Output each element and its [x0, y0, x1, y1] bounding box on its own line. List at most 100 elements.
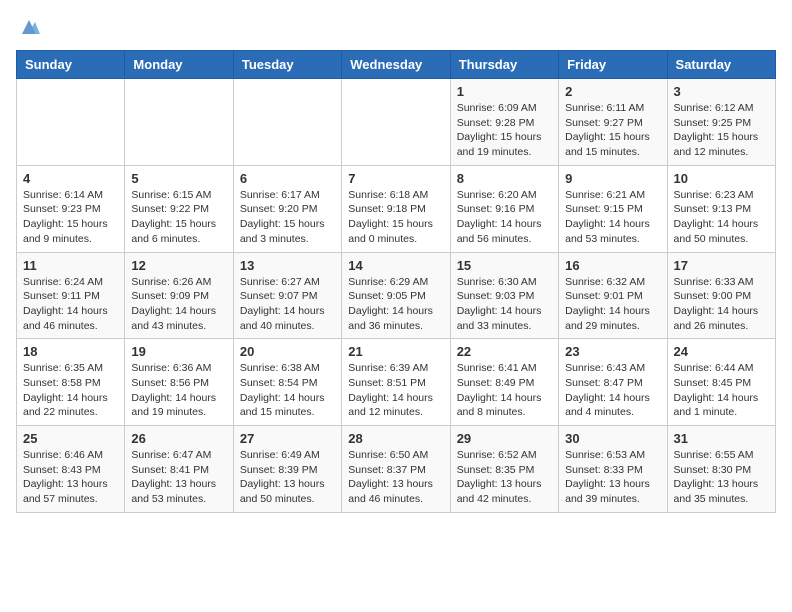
day-number: 22	[457, 344, 552, 359]
day-cell	[17, 79, 125, 166]
week-row-3: 11 Sunrise: 6:24 AM Sunset: 9:11 PM Dayli…	[17, 252, 776, 339]
day-cell: 13 Sunrise: 6:27 AM Sunset: 9:07 PM Dayli…	[233, 252, 341, 339]
day-number: 19	[131, 344, 226, 359]
day-cell	[342, 79, 450, 166]
day-info: Sunrise: 6:21 AM Sunset: 9:15 PM Dayligh…	[565, 188, 660, 247]
day-cell: 20 Sunrise: 6:38 AM Sunset: 8:54 PM Dayli…	[233, 339, 341, 426]
header	[16, 16, 776, 38]
day-number: 28	[348, 431, 443, 446]
day-number: 23	[565, 344, 660, 359]
day-cell: 21 Sunrise: 6:39 AM Sunset: 8:51 PM Dayli…	[342, 339, 450, 426]
day-info: Sunrise: 6:55 AM Sunset: 8:30 PM Dayligh…	[674, 448, 769, 507]
day-info: Sunrise: 6:49 AM Sunset: 8:39 PM Dayligh…	[240, 448, 335, 507]
day-cell: 1 Sunrise: 6:09 AM Sunset: 9:28 PM Daylig…	[450, 79, 558, 166]
day-number: 6	[240, 171, 335, 186]
day-cell: 19 Sunrise: 6:36 AM Sunset: 8:56 PM Dayli…	[125, 339, 233, 426]
day-info: Sunrise: 6:43 AM Sunset: 8:47 PM Dayligh…	[565, 361, 660, 420]
day-cell: 17 Sunrise: 6:33 AM Sunset: 9:00 PM Dayli…	[667, 252, 775, 339]
day-info: Sunrise: 6:14 AM Sunset: 9:23 PM Dayligh…	[23, 188, 118, 247]
day-number: 2	[565, 84, 660, 99]
day-header-tuesday: Tuesday	[233, 51, 341, 79]
day-cell: 23 Sunrise: 6:43 AM Sunset: 8:47 PM Dayli…	[559, 339, 667, 426]
day-cell: 16 Sunrise: 6:32 AM Sunset: 9:01 PM Dayli…	[559, 252, 667, 339]
day-cell	[233, 79, 341, 166]
day-number: 18	[23, 344, 118, 359]
day-header-wednesday: Wednesday	[342, 51, 450, 79]
day-number: 27	[240, 431, 335, 446]
day-info: Sunrise: 6:38 AM Sunset: 8:54 PM Dayligh…	[240, 361, 335, 420]
day-number: 14	[348, 258, 443, 273]
day-info: Sunrise: 6:29 AM Sunset: 9:05 PM Dayligh…	[348, 275, 443, 334]
day-info: Sunrise: 6:17 AM Sunset: 9:20 PM Dayligh…	[240, 188, 335, 247]
day-info: Sunrise: 6:33 AM Sunset: 9:00 PM Dayligh…	[674, 275, 769, 334]
day-info: Sunrise: 6:27 AM Sunset: 9:07 PM Dayligh…	[240, 275, 335, 334]
day-number: 13	[240, 258, 335, 273]
day-cell: 26Sunrise: 6:47 AM Sunset: 8:41 PM Dayli…	[125, 426, 233, 513]
day-number: 29	[457, 431, 552, 446]
week-row-4: 18 Sunrise: 6:35 AM Sunset: 8:58 PM Dayli…	[17, 339, 776, 426]
day-number: 11	[23, 258, 118, 273]
day-info: Sunrise: 6:36 AM Sunset: 8:56 PM Dayligh…	[131, 361, 226, 420]
day-cell: 7 Sunrise: 6:18 AM Sunset: 9:18 PM Daylig…	[342, 165, 450, 252]
day-cell: 5 Sunrise: 6:15 AM Sunset: 9:22 PM Daylig…	[125, 165, 233, 252]
day-info: Sunrise: 6:24 AM Sunset: 9:11 PM Dayligh…	[23, 275, 118, 334]
day-header-saturday: Saturday	[667, 51, 775, 79]
day-cell: 27 Sunrise: 6:49 AM Sunset: 8:39 PM Dayli…	[233, 426, 341, 513]
day-info: Sunrise: 6:32 AM Sunset: 9:01 PM Dayligh…	[565, 275, 660, 334]
day-info: Sunrise: 6:46 AM Sunset: 8:43 PM Dayligh…	[23, 448, 118, 507]
day-cell: 29Sunrise: 6:52 AM Sunset: 8:35 PM Dayli…	[450, 426, 558, 513]
day-cell: 3 Sunrise: 6:12 AM Sunset: 9:25 PM Daylig…	[667, 79, 775, 166]
day-number: 25	[23, 431, 118, 446]
day-cell: 10Sunrise: 6:23 AM Sunset: 9:13 PM Dayli…	[667, 165, 775, 252]
day-cell: 30Sunrise: 6:53 AM Sunset: 8:33 PM Dayli…	[559, 426, 667, 513]
calendar-table: SundayMondayTuesdayWednesdayThursdayFrid…	[16, 50, 776, 513]
day-info: Sunrise: 6:50 AM Sunset: 8:37 PM Dayligh…	[348, 448, 443, 507]
day-cell: 22Sunrise: 6:41 AM Sunset: 8:49 PM Dayli…	[450, 339, 558, 426]
day-header-sunday: Sunday	[17, 51, 125, 79]
day-number: 5	[131, 171, 226, 186]
logo-icon	[18, 16, 40, 38]
day-info: Sunrise: 6:09 AM Sunset: 9:28 PM Dayligh…	[457, 101, 552, 160]
day-number: 15	[457, 258, 552, 273]
day-number: 20	[240, 344, 335, 359]
day-info: Sunrise: 6:20 AM Sunset: 9:16 PM Dayligh…	[457, 188, 552, 247]
day-info: Sunrise: 6:15 AM Sunset: 9:22 PM Dayligh…	[131, 188, 226, 247]
day-info: Sunrise: 6:23 AM Sunset: 9:13 PM Dayligh…	[674, 188, 769, 247]
day-number: 17	[674, 258, 769, 273]
day-cell: 12 Sunrise: 6:26 AM Sunset: 9:09 PM Dayli…	[125, 252, 233, 339]
day-info: Sunrise: 6:44 AM Sunset: 8:45 PM Dayligh…	[674, 361, 769, 420]
day-header-monday: Monday	[125, 51, 233, 79]
day-number: 21	[348, 344, 443, 359]
day-cell: 2 Sunrise: 6:11 AM Sunset: 9:27 PM Daylig…	[559, 79, 667, 166]
day-number: 8	[457, 171, 552, 186]
day-number: 16	[565, 258, 660, 273]
day-info: Sunrise: 6:30 AM Sunset: 9:03 PM Dayligh…	[457, 275, 552, 334]
day-info: Sunrise: 6:26 AM Sunset: 9:09 PM Dayligh…	[131, 275, 226, 334]
day-info: Sunrise: 6:12 AM Sunset: 9:25 PM Dayligh…	[674, 101, 769, 160]
day-cell: 11 Sunrise: 6:24 AM Sunset: 9:11 PM Dayli…	[17, 252, 125, 339]
day-cell: 4 Sunrise: 6:14 AM Sunset: 9:23 PM Daylig…	[17, 165, 125, 252]
day-info: Sunrise: 6:18 AM Sunset: 9:18 PM Dayligh…	[348, 188, 443, 247]
day-info: Sunrise: 6:39 AM Sunset: 8:51 PM Dayligh…	[348, 361, 443, 420]
day-cell: 28 Sunrise: 6:50 AM Sunset: 8:37 PM Dayli…	[342, 426, 450, 513]
day-cell: 15 Sunrise: 6:30 AM Sunset: 9:03 PM Dayli…	[450, 252, 558, 339]
day-info: Sunrise: 6:47 AM Sunset: 8:41 PM Dayligh…	[131, 448, 226, 507]
day-number: 4	[23, 171, 118, 186]
day-number: 1	[457, 84, 552, 99]
day-cell: 6 Sunrise: 6:17 AM Sunset: 9:20 PM Daylig…	[233, 165, 341, 252]
day-number: 9	[565, 171, 660, 186]
day-cell: 18 Sunrise: 6:35 AM Sunset: 8:58 PM Dayli…	[17, 339, 125, 426]
day-cell: 9 Sunrise: 6:21 AM Sunset: 9:15 PM Daylig…	[559, 165, 667, 252]
day-cell	[125, 79, 233, 166]
day-cell: 31 Sunrise: 6:55 AM Sunset: 8:30 PM Dayli…	[667, 426, 775, 513]
day-info: Sunrise: 6:11 AM Sunset: 9:27 PM Dayligh…	[565, 101, 660, 160]
day-number: 31	[674, 431, 769, 446]
day-info: Sunrise: 6:35 AM Sunset: 8:58 PM Dayligh…	[23, 361, 118, 420]
week-row-2: 4 Sunrise: 6:14 AM Sunset: 9:23 PM Daylig…	[17, 165, 776, 252]
calendar-body: 1 Sunrise: 6:09 AM Sunset: 9:28 PM Daylig…	[17, 79, 776, 513]
day-number: 3	[674, 84, 769, 99]
logo	[16, 16, 40, 38]
day-cell: 24Sunrise: 6:44 AM Sunset: 8:45 PM Dayli…	[667, 339, 775, 426]
day-number: 7	[348, 171, 443, 186]
day-number: 12	[131, 258, 226, 273]
